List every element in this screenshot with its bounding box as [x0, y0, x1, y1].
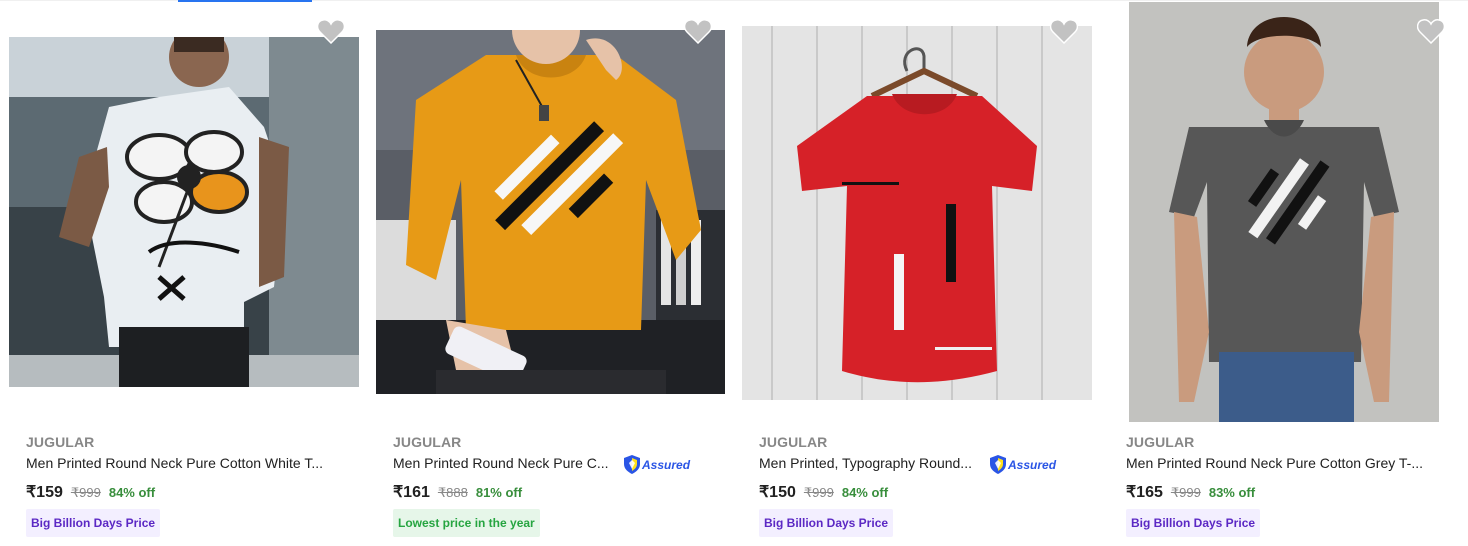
- original-price: ₹999: [803, 485, 834, 500]
- product-title[interactable]: Men Printed Round Neck Pure C...: [393, 455, 609, 471]
- flipkart-assured-badge: Assured: [624, 455, 690, 474]
- mustard-sweatshirt-image: [376, 30, 725, 394]
- product-image[interactable]: [1129, 2, 1439, 422]
- assured-label: Assured: [642, 457, 691, 472]
- original-price: ₹999: [70, 485, 101, 500]
- product-card[interactable]: JUGULAR Men Printed Round Neck Pure Cott…: [9, 0, 359, 546]
- discount-percent: 81% off: [475, 485, 523, 500]
- assured-label: Assured: [1008, 457, 1057, 472]
- product-image[interactable]: [9, 37, 359, 387]
- discount-percent: 83% off: [1208, 485, 1256, 500]
- product-title[interactable]: Men Printed, Typography Round...: [759, 455, 972, 471]
- offer-badge: Lowest price in the year: [393, 509, 540, 537]
- product-card[interactable]: JUGULAR Men Printed Round Neck Pure Cott…: [1109, 0, 1459, 546]
- product-title[interactable]: Men Printed Round Neck Pure Cotton Grey …: [1126, 455, 1423, 471]
- price-row: ₹161 ₹888 81% off: [393, 482, 522, 502]
- white-floral-tshirt-image: [9, 37, 359, 387]
- wishlist-heart-icon[interactable]: [1417, 18, 1445, 44]
- selling-price: ₹161: [393, 484, 430, 501]
- wishlist-heart-icon[interactable]: [684, 18, 712, 44]
- product-brand: JUGULAR: [26, 434, 95, 450]
- product-title[interactable]: Men Printed Round Neck Pure Cotton White…: [26, 455, 323, 471]
- product-card[interactable]: JUGULAR Men Printed, Typography Round...…: [742, 0, 1092, 546]
- product-brand: JUGULAR: [393, 434, 462, 450]
- offer-badge: Big Billion Days Price: [26, 509, 161, 537]
- product-card[interactable]: JUGULAR Men Printed Round Neck Pure C...…: [376, 0, 726, 546]
- price-row: ₹150 ₹999 84% off: [759, 482, 888, 502]
- selling-price: ₹150: [759, 484, 796, 501]
- product-image[interactable]: [376, 30, 725, 394]
- price-row: ₹159 ₹999 84% off: [26, 482, 155, 502]
- selling-price: ₹165: [1126, 484, 1163, 501]
- grey-tshirt-model-image: [1129, 2, 1439, 422]
- selling-price: ₹159: [26, 484, 63, 501]
- flipkart-assured-badge: Assured: [990, 455, 1056, 474]
- price-row: ₹165 ₹999 83% off: [1126, 482, 1255, 502]
- red-tshirt-hanger-image: [742, 26, 1092, 400]
- product-brand: JUGULAR: [1126, 434, 1195, 450]
- wishlist-heart-icon[interactable]: [317, 18, 345, 44]
- offer-badge: Big Billion Days Price: [1126, 509, 1261, 537]
- original-price: ₹888: [437, 485, 468, 500]
- offer-badge: Big Billion Days Price: [759, 509, 894, 537]
- product-brand: JUGULAR: [759, 434, 828, 450]
- discount-percent: 84% off: [841, 485, 889, 500]
- original-price: ₹999: [1170, 485, 1201, 500]
- discount-percent: 84% off: [108, 485, 156, 500]
- assured-shield-icon: [990, 455, 1006, 474]
- wishlist-heart-icon[interactable]: [1050, 18, 1078, 44]
- product-image[interactable]: [742, 26, 1092, 400]
- assured-shield-icon: [624, 455, 640, 474]
